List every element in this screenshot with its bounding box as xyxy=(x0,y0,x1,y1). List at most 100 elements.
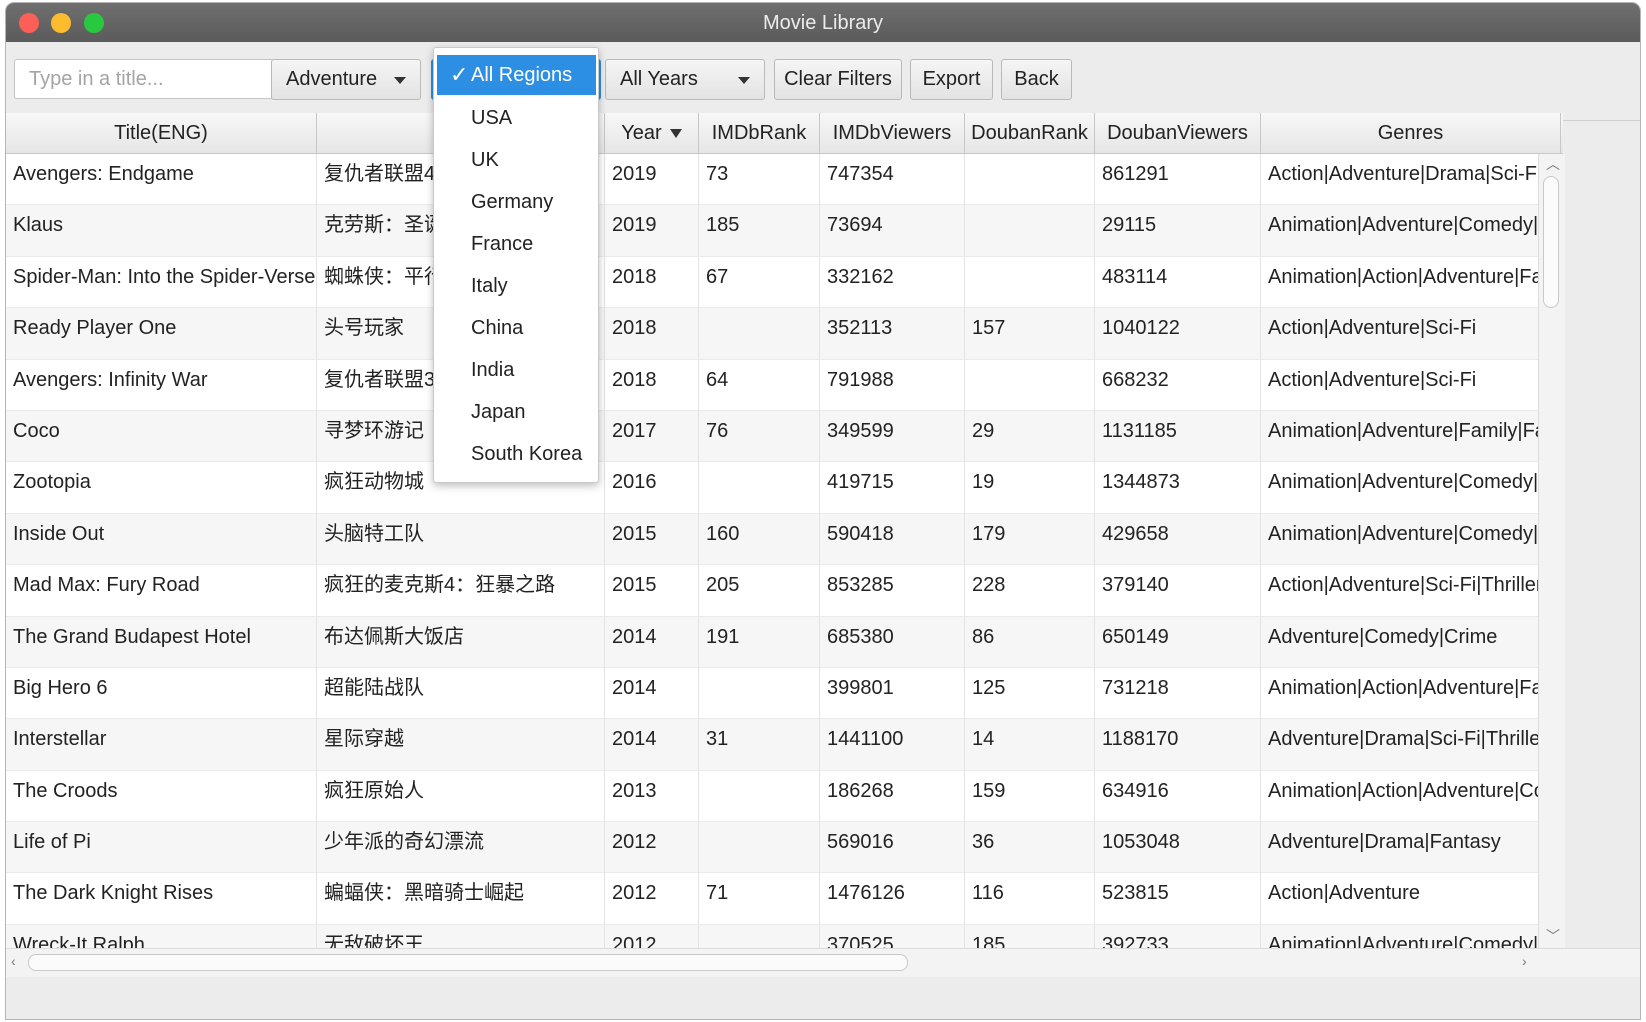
table-row[interactable]: Avengers: Infinity War 复仇者联盟3 2018 64 791988… xyxy=(6,359,1563,411)
region-option-uk[interactable]: UK xyxy=(434,140,598,180)
vertical-scroll-thumb[interactable] xyxy=(1543,176,1559,308)
genre-select[interactable]: Adventure xyxy=(271,59,421,100)
cell-imdb-rank xyxy=(699,770,820,822)
cell-douban-rank: 179 xyxy=(965,513,1095,565)
table-row[interactable]: Interstellar 星际穿越 2014 31 1441100 14 1188170 Ad… xyxy=(6,719,1563,771)
cell-genres: Animation|Adventure|Family|Fa xyxy=(1261,410,1561,462)
region-option-china[interactable]: China xyxy=(434,308,598,348)
cell-douban-viewers: 650149 xyxy=(1095,616,1261,668)
region-option-germany[interactable]: Germany xyxy=(434,182,598,222)
table-row[interactable]: Ready Player One 头号玩家 2018 352113 157 1040122… xyxy=(6,308,1563,360)
cell-imdb-rank: 31 xyxy=(699,719,820,771)
cell-douban-viewers: 523815 xyxy=(1095,873,1261,925)
table-row[interactable]: Zootopia 疯狂动物城 2016 419715 19 1344873 Animatio… xyxy=(6,462,1563,514)
cell-genres: Action|Adventure xyxy=(1261,873,1561,925)
cell-year: 2019 xyxy=(605,205,699,257)
column-header-douban-rank[interactable]: DoubanRank xyxy=(965,113,1095,153)
cell-title-eng: Big Hero 6 xyxy=(6,667,317,719)
table-row[interactable]: Coco 寻梦环游记 2017 76 349599 29 1131185 Animation|… xyxy=(6,410,1563,463)
table-row[interactable]: Klaus 克劳斯：圣诞 2019 185 73694 29115 Animation|Ad… xyxy=(6,205,1563,257)
table-row[interactable]: The Dark Knight Rises 蝙蝠侠：黑暗骑士崛起 2012 71 147… xyxy=(6,873,1563,925)
cell-genres: Action|Adventure|Sci-Fi xyxy=(1261,308,1561,360)
region-option-label: All Regions xyxy=(471,64,573,86)
cell-imdb-rank: 76 xyxy=(699,410,820,462)
year-select[interactable]: All Years xyxy=(605,59,765,100)
cell-title-eng: Coco xyxy=(6,410,317,462)
table-row[interactable]: Big Hero 6 超能陆战队 2014 399801 125 731218 Animat… xyxy=(6,667,1563,720)
cell-douban-viewers: 1053048 xyxy=(1095,822,1261,874)
table-row[interactable]: The Croods 疯狂原始人 2013 186268 159 634916 Animat… xyxy=(6,770,1563,823)
region-option-all[interactable]: ✓ All Regions xyxy=(437,55,596,95)
chevron-down-icon xyxy=(738,77,750,84)
cell-douban-rank: 125 xyxy=(965,667,1095,719)
region-option-france[interactable]: France xyxy=(434,224,598,264)
vertical-scrollbar[interactable]: ︿ ﹀ xyxy=(1538,154,1565,948)
export-button[interactable]: Export xyxy=(910,59,993,100)
movie-table: Title(ENG) Ti Year IMDbRank IMDbViewers … xyxy=(6,113,1563,948)
horizontal-scrollbar[interactable]: ‹ › xyxy=(6,948,1640,977)
cell-imdb-rank: 64 xyxy=(699,359,820,411)
cell-genres: Animation|Adventure|Comedy| xyxy=(1261,205,1561,257)
cell-imdb-viewers: 419715 xyxy=(820,462,965,514)
table-row[interactable]: Avengers: Endgame 复仇者联盟4 2019 73 747354 86129… xyxy=(6,154,1563,206)
cell-year: 2015 xyxy=(605,565,699,617)
table-row[interactable]: Life of Pi 少年派的奇幻漂流 2012 569016 36 1053048 Adv… xyxy=(6,822,1563,874)
region-option-japan[interactable]: Japan xyxy=(434,392,598,432)
cell-year: 2012 xyxy=(605,822,699,874)
cell-year: 2014 xyxy=(605,667,699,719)
cell-year: 2012 xyxy=(605,873,699,925)
cell-year: 2014 xyxy=(605,616,699,668)
column-header-year[interactable]: Year xyxy=(605,113,699,153)
scroll-right-icon[interactable]: › xyxy=(1522,953,1527,969)
window-title: Movie Library xyxy=(762,12,884,34)
app-window: Movie Library Adventure All Years Clear … xyxy=(6,3,1640,1019)
scroll-down-icon[interactable]: ﹀ xyxy=(1546,926,1560,946)
cell-imdb-rank xyxy=(699,822,820,874)
cell-title-chn: 星际穿越 xyxy=(317,719,605,771)
cell-douban-rank: 36 xyxy=(965,822,1095,874)
cell-genres: Animation|Adventure|Comedy| xyxy=(1261,513,1561,565)
table-row[interactable]: Wreck-It Ralph 无敌破坏王 2012 370525 185 392733 An… xyxy=(6,924,1563,948)
cell-title-chn: 头脑特工队 xyxy=(317,513,605,565)
region-option-india[interactable]: India xyxy=(434,350,598,390)
column-header-title-eng[interactable]: Title(ENG) xyxy=(6,113,317,153)
scroll-up-icon[interactable]: ︿ xyxy=(1546,154,1560,174)
cell-douban-rank: 228 xyxy=(965,565,1095,617)
cell-douban-viewers: 668232 xyxy=(1095,359,1261,411)
column-header-genres[interactable]: Genres xyxy=(1261,113,1561,153)
region-option-usa[interactable]: USA xyxy=(434,98,598,138)
cell-title-eng: Zootopia xyxy=(6,462,317,514)
title-search-input[interactable] xyxy=(14,59,274,99)
cell-year: 2018 xyxy=(605,308,699,360)
cell-imdb-rank: 185 xyxy=(699,205,820,257)
clear-filters-button[interactable]: Clear Filters xyxy=(774,59,902,100)
table-row[interactable]: The Grand Budapest Hotel 布达佩斯大饭店 2014 191 68… xyxy=(6,616,1563,668)
column-header-year-label: Year xyxy=(621,122,662,144)
column-header-imdb-rank[interactable]: IMDbRank xyxy=(699,113,820,153)
cell-genres: Adventure|Drama|Sci-Fi|Thriller xyxy=(1261,719,1561,771)
horizontal-scroll-thumb[interactable] xyxy=(28,954,908,971)
cell-imdb-rank: 205 xyxy=(699,565,820,617)
region-option-south-korea[interactable]: South Korea xyxy=(434,434,598,474)
cell-imdb-rank: 191 xyxy=(699,616,820,668)
cell-douban-rank: 19 xyxy=(965,462,1095,514)
cell-imdb-viewers: 370525 xyxy=(820,924,965,948)
table-row[interactable]: Mad Max: Fury Road 疯狂的麦克斯4：狂暴之路 2015 205 853… xyxy=(6,565,1563,617)
cell-title-eng: Interstellar xyxy=(6,719,317,771)
cell-title-eng: Avengers: Endgame xyxy=(6,154,317,205)
table-row[interactable]: Inside Out 头脑特工队 2015 160 590418 179 429658 Ani… xyxy=(6,513,1563,566)
table-row[interactable]: Spider-Man: Into the Spider-Verse 蜘蛛侠：平行 2… xyxy=(6,256,1563,309)
column-header-douban-viewers[interactable]: DoubanViewers xyxy=(1095,113,1261,153)
back-button[interactable]: Back xyxy=(1001,59,1072,100)
cell-title-chn: 布达佩斯大饭店 xyxy=(317,616,605,668)
scroll-left-icon[interactable]: ‹ xyxy=(11,953,16,969)
region-option-italy[interactable]: Italy xyxy=(434,266,598,306)
cell-year: 2016 xyxy=(605,462,699,514)
cell-imdb-viewers: 73694 xyxy=(820,205,965,257)
region-dropdown-menu: ✓ All Regions USA UK Germany France Ital… xyxy=(433,47,599,483)
cell-imdb-viewers: 853285 xyxy=(820,565,965,617)
cell-imdb-viewers: 352113 xyxy=(820,308,965,360)
cell-title-eng: Inside Out xyxy=(6,513,317,565)
column-header-imdb-viewers[interactable]: IMDbViewers xyxy=(820,113,965,153)
cell-imdb-viewers: 1476126 xyxy=(820,873,965,925)
